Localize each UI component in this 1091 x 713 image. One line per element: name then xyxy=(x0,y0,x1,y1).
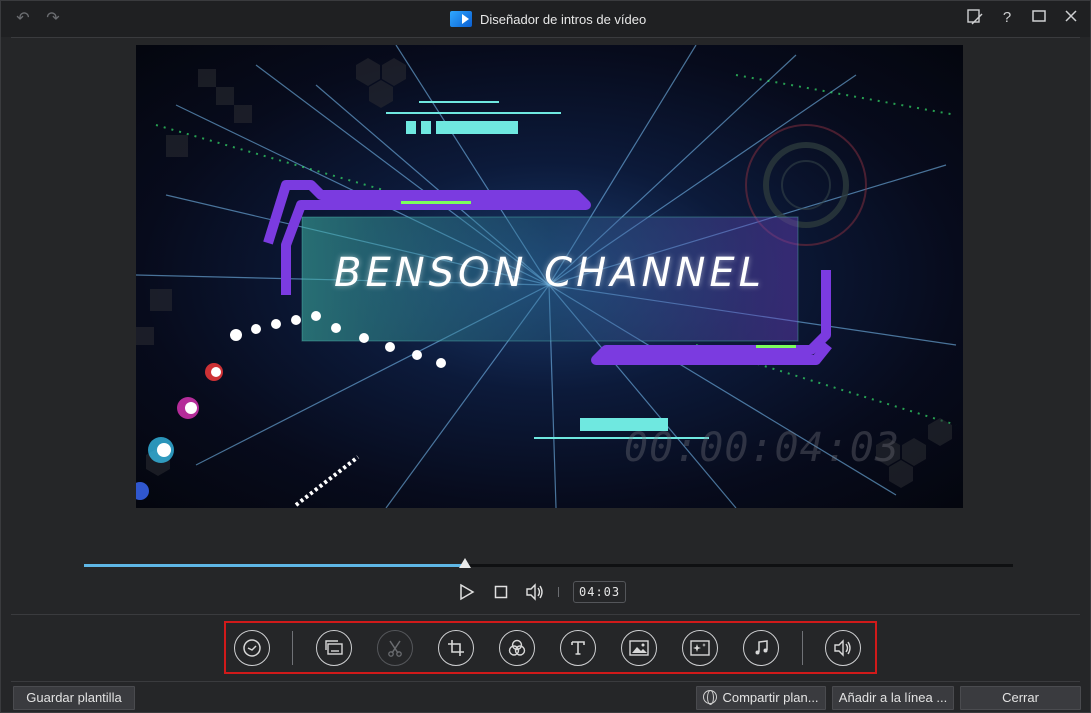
transport-controls: 04:03 xyxy=(456,580,627,604)
play-icon[interactable] xyxy=(456,581,478,603)
share-template-label: Compartir plan... xyxy=(722,690,819,705)
window-title: Diseñador de intros de vídeo xyxy=(480,11,647,27)
divider xyxy=(11,681,1080,682)
scissors-icon xyxy=(377,630,413,666)
transport-separator xyxy=(558,587,559,597)
window-controls: ? xyxy=(966,8,1080,28)
save-template-button[interactable]: Guardar plantilla xyxy=(13,686,135,710)
timeline-progress xyxy=(84,564,465,567)
text-T-icon[interactable] xyxy=(560,630,596,666)
video-intro-designer-window: ↶ ↷ Diseñador de intros de vídeo ? BENSO… xyxy=(0,0,1091,713)
designer-toolbar xyxy=(224,621,877,674)
undo-arrow-icon[interactable]: ↶ xyxy=(13,9,33,29)
help-icon[interactable]: ? xyxy=(998,8,1016,28)
volume-icon[interactable] xyxy=(524,581,546,603)
playhead-handle[interactable] xyxy=(458,558,471,568)
share-template-button[interactable]: Compartir plan... xyxy=(696,686,826,710)
crop-icon[interactable] xyxy=(438,630,474,666)
globe-icon xyxy=(703,690,718,705)
blend-circles-icon[interactable] xyxy=(499,630,535,666)
toolbar-separator xyxy=(802,631,803,665)
channel-title-text: BENSON CHANNEL xyxy=(334,250,765,296)
divider xyxy=(11,614,1080,615)
redo-arrow-icon[interactable]: ↷ xyxy=(43,9,63,29)
app-logo-icon xyxy=(450,11,472,27)
feedback-icon[interactable] xyxy=(966,8,984,28)
add-to-timeline-button[interactable]: Añadir a la línea ... xyxy=(832,686,954,710)
sparkle-effect-icon[interactable] xyxy=(682,630,718,666)
maximize-icon[interactable] xyxy=(1030,8,1048,28)
window-title-group: Diseñador de intros de vídeo xyxy=(450,9,646,29)
current-time-display: 04:03 xyxy=(573,581,627,603)
timeline-track[interactable] xyxy=(84,564,1013,567)
title-bar: ↶ ↷ Diseñador de intros de vídeo ? xyxy=(1,1,1090,37)
clock-icon[interactable] xyxy=(234,630,270,666)
divider xyxy=(11,37,1080,38)
ghost-timecode: 00:00:04:03 xyxy=(624,425,900,471)
speaker-icon[interactable] xyxy=(825,630,861,666)
stop-icon[interactable] xyxy=(490,581,512,603)
replace-media-icon[interactable] xyxy=(316,630,352,666)
close-button[interactable]: Cerrar xyxy=(960,686,1081,710)
toolbar-separator xyxy=(292,631,293,665)
video-preview[interactable]: BENSON CHANNEL 00:00:04:03 xyxy=(136,45,963,508)
close-icon[interactable] xyxy=(1062,8,1080,28)
image-icon[interactable] xyxy=(621,630,657,666)
music-note-icon[interactable] xyxy=(743,630,779,666)
